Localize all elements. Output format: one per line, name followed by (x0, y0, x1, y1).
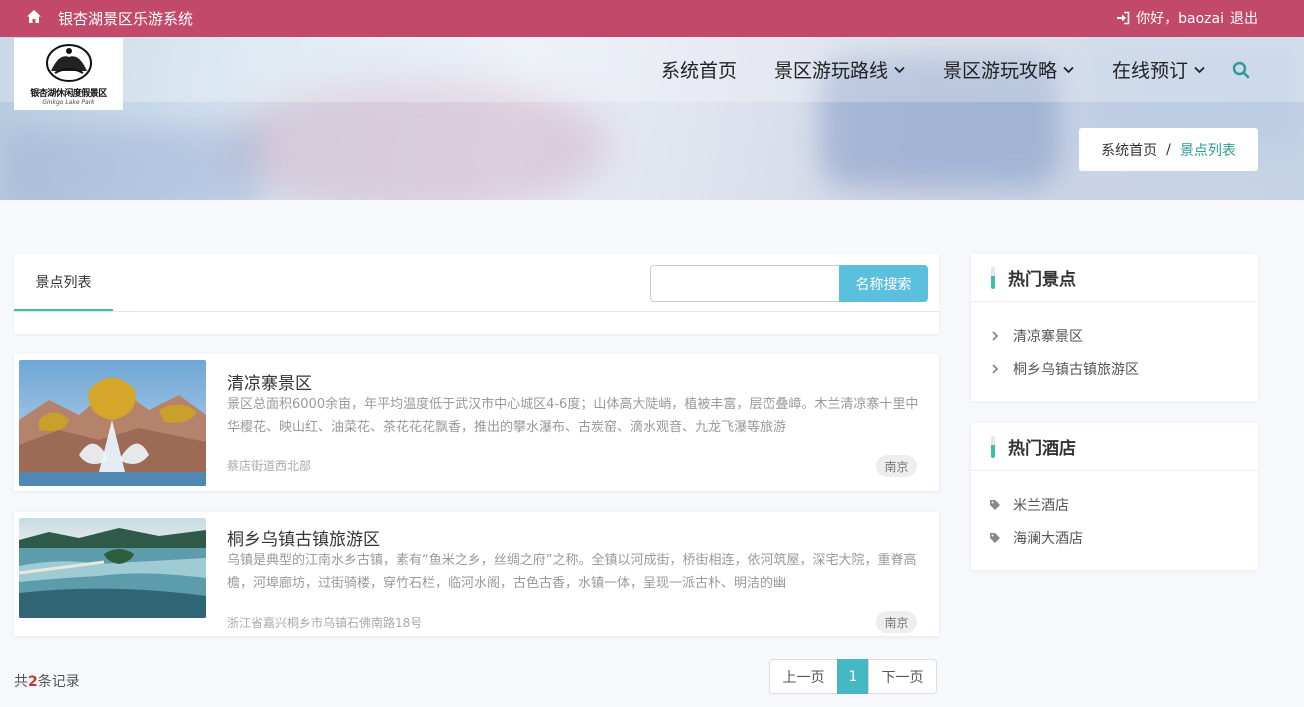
panel-title: 热门酒店 (971, 423, 1258, 471)
sidebar-item-hotel[interactable]: 海澜大酒店 (971, 521, 1258, 554)
record-count: 共2条记录 (14, 674, 80, 690)
prev-page-button[interactable]: 上一页 (769, 659, 838, 694)
breadcrumb: 系统首页 / 景点列表 (1079, 128, 1258, 171)
top-bar: 银杏湖景区乐游系统 你好，baozai 退出 (0, 0, 1304, 37)
nav-routes[interactable]: 景区游玩路线 (774, 56, 906, 83)
logout-link[interactable]: 退出 (1230, 8, 1258, 28)
chevron-right-icon (992, 330, 999, 341)
pagination: 上一页 1 下一页 (769, 659, 937, 694)
home-icon[interactable] (26, 9, 42, 25)
tag-icon (990, 499, 1000, 510)
main-nav: 系统首页 景区游玩路线 景区游玩攻略 在线预订 (624, 56, 1250, 83)
breadcrumb-separator: / (1166, 141, 1171, 158)
hot-spots-panel: 热门景点 清凉寨景区 桐乡乌镇古镇旅游区 (971, 254, 1258, 401)
sign-in-icon (1117, 11, 1130, 25)
spot-description: 景区总面积6000余亩，年平均温度低于武汉市中心城区4-6度；山体高大陡峭，植被… (227, 397, 919, 435)
spot-thumbnail[interactable] (19, 360, 206, 486)
hot-hotels-panel: 热门酒店 米兰酒店 海澜大酒店 (971, 423, 1258, 570)
nav-home[interactable]: 系统首页 (661, 56, 737, 83)
list-item[interactable]: 桐乡乌镇古镇旅游区 乌镇是典型的江南水乡古镇，素有“鱼米之乡，丝绸之府”之称。全… (14, 512, 939, 636)
logo-subtitle: Ginkgo Lake Park (42, 98, 95, 106)
chevron-right-icon (992, 363, 999, 374)
list-toolbar: 景点列表 名称搜索 (14, 254, 939, 334)
spot-title[interactable]: 桐乡乌镇古镇旅游区 (227, 525, 380, 550)
panel-title: 热门景点 (971, 254, 1258, 302)
page-number-current[interactable]: 1 (837, 659, 869, 694)
spot-address: 浙江省嘉兴桐乡市乌镇石佛南路18号 (227, 616, 423, 630)
site-logo[interactable]: 银杏湖休闲度假景区 Ginkgo Lake Park (14, 38, 123, 110)
spot-description: 乌镇是典型的江南水乡古镇，素有“鱼米之乡，丝绸之府”之称。全镇以河成街，桥街相连… (227, 553, 917, 591)
sidebar-item-hot-spot[interactable]: 桐乡乌镇古镇旅游区 (971, 352, 1258, 385)
chevron-down-icon (1063, 66, 1074, 74)
user-greeting: 你好，baozai (1136, 11, 1224, 27)
chevron-down-icon (1194, 66, 1205, 74)
city-badge: 南京 (876, 611, 917, 633)
search-icon[interactable] (1232, 61, 1250, 79)
city-badge: 南京 (876, 455, 917, 477)
sidebar-item-hot-spot[interactable]: 清凉寨景区 (971, 319, 1258, 352)
breadcrumb-home[interactable]: 系统首页 (1101, 140, 1157, 160)
breadcrumb-current: 景点列表 (1179, 142, 1236, 159)
sidebar-item-hotel[interactable]: 米兰酒店 (971, 488, 1258, 521)
logo-emblem-icon (45, 43, 92, 82)
tab-spot-list[interactable]: 景点列表 (14, 254, 113, 312)
next-page-button[interactable]: 下一页 (868, 659, 937, 694)
nav-guides[interactable]: 景区游玩攻略 (943, 56, 1075, 83)
nav-booking[interactable]: 在线预订 (1112, 56, 1206, 83)
site-title: 银杏湖景区乐游系统 (58, 10, 194, 28)
tag-icon (990, 532, 1000, 543)
list-item[interactable]: 清凉寨景区 景区总面积6000余亩，年平均温度低于武汉市中心城区4-6度；山体高… (14, 354, 939, 491)
spot-address: 蔡店街道西北部 (227, 459, 312, 473)
logo-name: 银杏湖休闲度假景区 (30, 88, 107, 99)
spot-thumbnail[interactable] (19, 518, 206, 618)
user-area: 你好，baozai 退出 (1116, 8, 1258, 28)
search-button[interactable]: 名称搜索 (839, 265, 928, 302)
search-input[interactable] (650, 265, 840, 302)
spot-title[interactable]: 清凉寨景区 (227, 369, 312, 394)
chevron-down-icon (894, 66, 905, 74)
